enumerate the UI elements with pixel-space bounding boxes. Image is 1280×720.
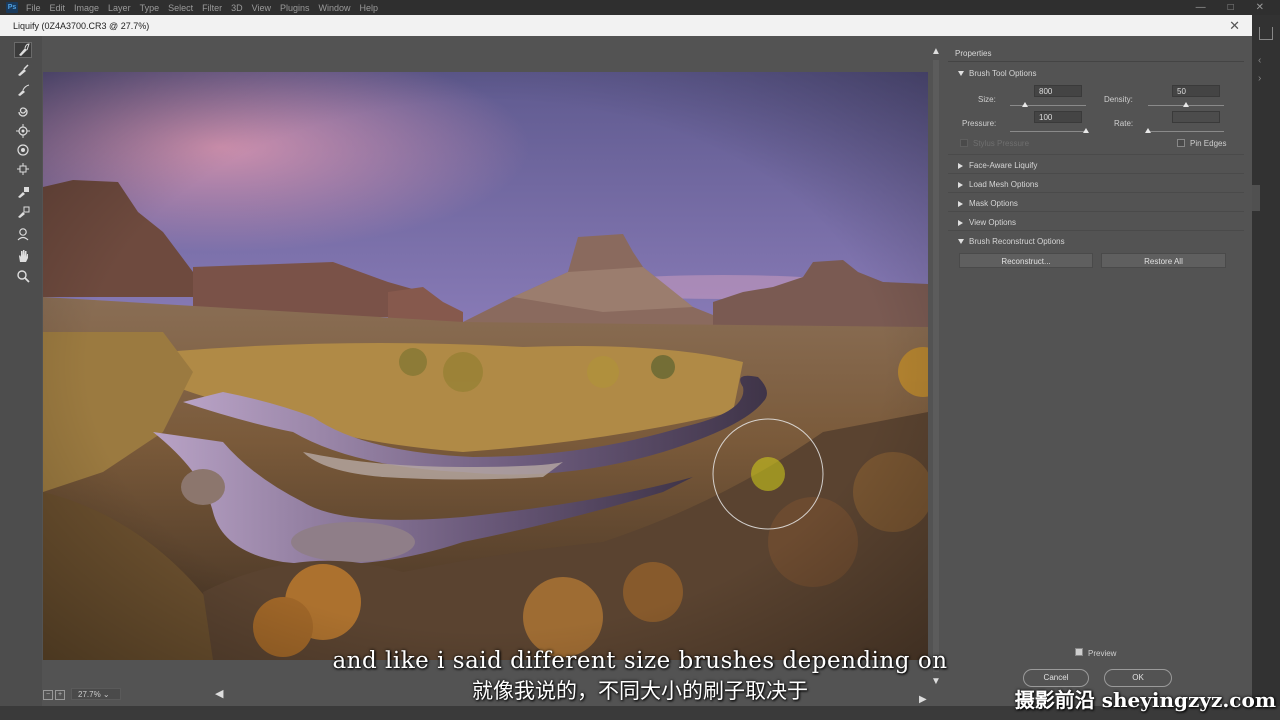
pressure-slider[interactable] xyxy=(1010,128,1089,134)
expand-icon[interactable]: › xyxy=(1258,73,1261,84)
menu-image[interactable]: Image xyxy=(74,3,99,13)
rate-slider[interactable] xyxy=(1145,128,1224,134)
thaw-mask-tool-icon[interactable] xyxy=(14,204,32,220)
menu-type[interactable]: Type xyxy=(140,3,160,13)
brush-reconstruct-options-header[interactable]: Brush Reconstruct Options xyxy=(958,237,1065,246)
app-menubar: Ps File Edit Image Layer Type Select Fil… xyxy=(0,0,1280,15)
load-mesh-options-header[interactable]: Load Mesh Options xyxy=(958,180,1038,189)
scroll-track[interactable] xyxy=(933,60,939,672)
stylus-pressure-checkbox xyxy=(960,139,968,147)
collapsed-triangle-icon xyxy=(958,181,963,188)
mask-options-header[interactable]: Mask Options xyxy=(958,199,1018,208)
rate-input xyxy=(1172,111,1220,123)
face-aware-liquify-header[interactable]: Face-Aware Liquify xyxy=(958,161,1037,170)
pressure-input[interactable]: 100 xyxy=(1034,111,1082,123)
bloat-tool-icon[interactable] xyxy=(14,142,32,158)
expanded-triangle-icon xyxy=(958,239,964,245)
divider xyxy=(948,230,1244,231)
zoom-tool-icon[interactable] xyxy=(14,268,32,284)
share-icon[interactable] xyxy=(1259,27,1273,40)
pucker-tool-icon[interactable] xyxy=(14,123,32,139)
reconstruct-button[interactable]: Reconstruct... xyxy=(959,253,1093,268)
hand-tool-icon[interactable] xyxy=(14,248,32,264)
stylus-pressure-label: Stylus Pressure xyxy=(973,139,1030,148)
dialog-title: Liquify (0Z4A3700.CR3 @ 27.7%) xyxy=(13,20,150,31)
pressure-label: Pressure: xyxy=(962,119,997,128)
photoshop-logo-icon: Ps xyxy=(6,2,18,13)
properties-title: Properties xyxy=(955,49,992,58)
expanded-triangle-icon xyxy=(958,71,964,77)
close-window-button[interactable]: ✕ xyxy=(1256,2,1264,13)
menu-view[interactable]: View xyxy=(252,3,271,13)
liquify-dialog: − + 27.7% ⌄ ◀ ▶ ▲ ▼ Properties Brush Too… xyxy=(0,36,1252,720)
density-label: Density: xyxy=(1104,95,1133,104)
menu-plugins[interactable]: Plugins xyxy=(280,3,310,13)
forward-warp-tool-icon[interactable] xyxy=(14,42,32,58)
rate-slider-thumb[interactable] xyxy=(1145,128,1151,133)
freeze-mask-tool-icon[interactable] xyxy=(14,184,32,200)
divider xyxy=(948,192,1244,193)
image-canvas[interactable] xyxy=(43,72,928,660)
liquify-toolbar xyxy=(0,36,42,720)
divider xyxy=(948,173,1244,174)
collapsed-triangle-icon xyxy=(958,162,963,169)
landscape-photo xyxy=(43,72,928,660)
brush-cursor-center xyxy=(751,457,785,491)
english-subtitle: and like i said different size brushes d… xyxy=(332,648,948,674)
collapse-icon[interactable]: ‹ xyxy=(1258,55,1261,66)
dialog-close-button[interactable]: ✕ xyxy=(1229,18,1240,34)
scroll-up-icon[interactable]: ▲ xyxy=(931,46,941,57)
menu-help[interactable]: Help xyxy=(360,3,379,13)
menu-window[interactable]: Window xyxy=(319,3,351,13)
restore-all-button[interactable]: Restore All xyxy=(1101,253,1226,268)
smooth-tool-icon[interactable] xyxy=(14,82,32,98)
size-slider-thumb[interactable] xyxy=(1022,102,1029,107)
properties-panel: Properties Brush Tool Options Size: 800 … xyxy=(948,42,1246,702)
brush-tool-options-header[interactable]: Brush Tool Options xyxy=(958,69,1036,78)
size-input[interactable]: 800 xyxy=(1034,85,1082,97)
dialog-titlebar: Liquify (0Z4A3700.CR3 @ 27.7%) ✕ xyxy=(0,15,1252,36)
push-left-tool-icon[interactable] xyxy=(14,161,32,177)
maximize-button[interactable]: □ xyxy=(1228,2,1234,13)
pin-edges-checkbox[interactable] xyxy=(1177,139,1185,147)
pin-edges-label: Pin Edges xyxy=(1190,139,1227,148)
window-controls: — □ ✕ xyxy=(1196,2,1264,13)
panel-handle[interactable] xyxy=(1252,185,1260,211)
menu-filter[interactable]: Filter xyxy=(202,3,222,13)
rate-label: Rate: xyxy=(1114,119,1134,128)
canvas-vertical-scrollbar[interactable]: ▲ ▼ xyxy=(931,46,941,687)
face-tool-icon[interactable] xyxy=(14,226,32,242)
density-input[interactable]: 50 xyxy=(1172,85,1220,97)
app-right-panel-strip: ‹ › xyxy=(1252,15,1280,720)
collapsed-triangle-icon xyxy=(958,200,963,207)
size-label: Size: xyxy=(978,95,996,104)
menu-layer[interactable]: Layer xyxy=(108,3,131,13)
pressure-slider-thumb[interactable] xyxy=(1083,128,1089,133)
divider xyxy=(948,211,1244,212)
menu-file[interactable]: File xyxy=(26,3,41,13)
divider xyxy=(948,61,1244,62)
menu-edit[interactable]: Edit xyxy=(50,3,66,13)
view-options-header[interactable]: View Options xyxy=(958,218,1016,227)
size-slider[interactable] xyxy=(1010,102,1086,108)
collapsed-triangle-icon xyxy=(958,219,963,226)
density-slider[interactable] xyxy=(1148,102,1224,108)
minimize-button[interactable]: — xyxy=(1196,2,1206,13)
reconstruct-tool-icon[interactable] xyxy=(14,62,32,78)
menu-select[interactable]: Select xyxy=(168,3,193,13)
watermark: 摄影前沿 sheyingzyz.com xyxy=(1014,688,1276,712)
density-slider-thumb[interactable] xyxy=(1183,102,1189,107)
divider xyxy=(948,154,1244,155)
twirl-clockwise-tool-icon[interactable] xyxy=(14,104,32,120)
menu-3d[interactable]: 3D xyxy=(231,3,243,13)
